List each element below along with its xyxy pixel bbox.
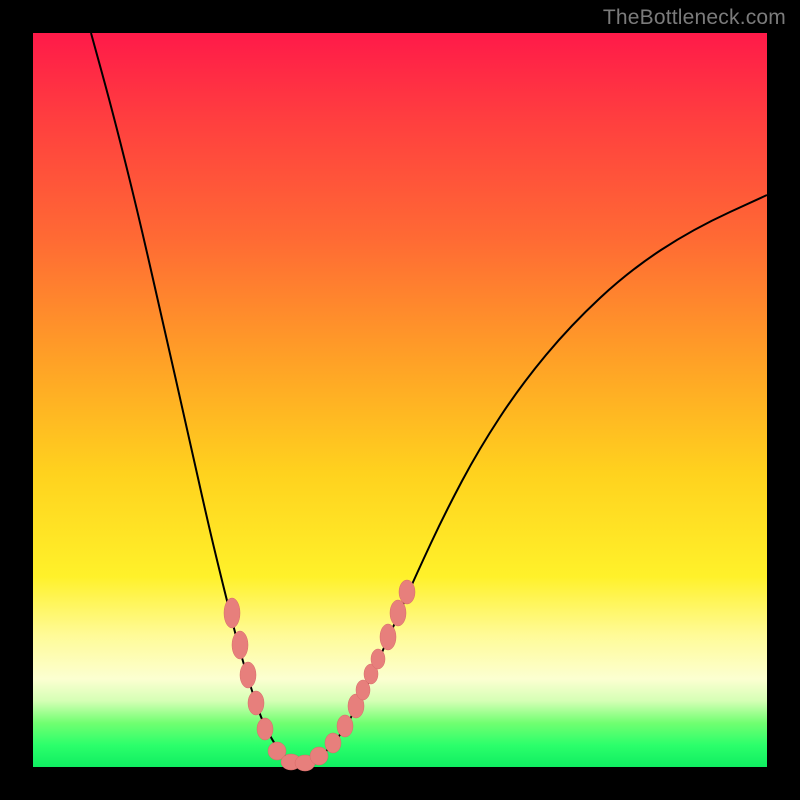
curve-marker (257, 718, 273, 740)
curve-marker (232, 631, 248, 659)
curve-marker (240, 662, 256, 688)
marker-layer (224, 580, 415, 771)
curve-marker (248, 691, 264, 715)
curve-marker (310, 747, 328, 765)
curve-marker (371, 649, 385, 669)
chart-svg (33, 33, 767, 767)
plot-area (33, 33, 767, 767)
curve-marker (224, 598, 240, 628)
curve-marker (337, 715, 353, 737)
curve-marker (325, 733, 341, 753)
curve-left-branch (91, 33, 299, 764)
curve-layer (91, 33, 767, 764)
curve-marker (390, 600, 406, 626)
watermark-text: TheBottleneck.com (603, 6, 786, 30)
curve-marker (399, 580, 415, 604)
curve-marker (380, 624, 396, 650)
outer-frame: TheBottleneck.com (0, 0, 800, 800)
